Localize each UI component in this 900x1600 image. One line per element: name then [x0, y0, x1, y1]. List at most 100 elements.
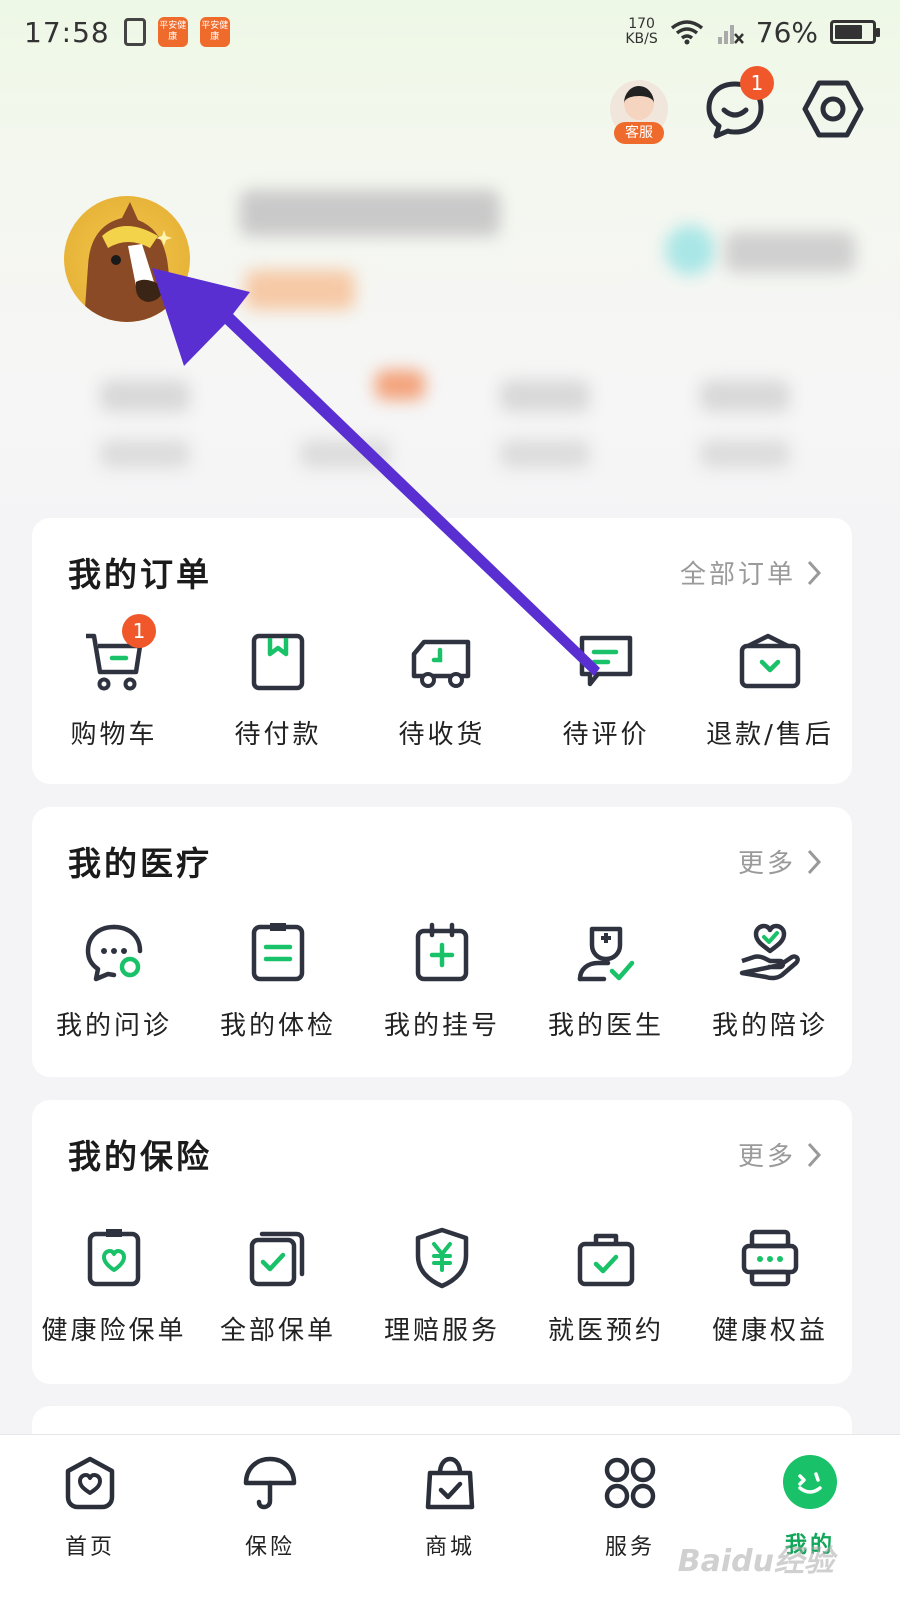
- cart-count-badge: 1: [122, 614, 156, 648]
- insurance-item-benefits[interactable]: 健康权益: [688, 1226, 852, 1347]
- insurance-item-claims[interactable]: 理赔服务: [360, 1226, 524, 1347]
- policy-heart-icon: [82, 1226, 146, 1290]
- medical-more-label: 更多: [737, 849, 796, 879]
- blurred-username: [240, 190, 500, 236]
- medical-item-checkup[interactable]: 我的体检: [196, 921, 360, 1042]
- battery-icon: [830, 20, 880, 44]
- tab-home[interactable]: 首页: [0, 1435, 180, 1600]
- medical-item-label: 我的问诊: [55, 1011, 172, 1041]
- order-item-pending-review[interactable]: 待评价: [524, 630, 688, 751]
- insurance-item-all-policies[interactable]: 全部保单: [196, 1226, 360, 1347]
- chevron-right-icon: [807, 849, 822, 874]
- order-item-refund[interactable]: 退款/售后: [688, 630, 852, 751]
- insurance-more-label: 更多: [737, 1142, 796, 1172]
- watermark: Baidu经验: [677, 1544, 834, 1579]
- blurred-stat: [500, 380, 590, 412]
- medical-more-link[interactable]: 更多: [738, 843, 822, 880]
- wallet-icon: [246, 630, 310, 694]
- blurred-stat: [700, 380, 790, 412]
- insurance-item-label: 就医预约: [547, 1316, 664, 1346]
- home-icon: [65, 1456, 115, 1510]
- battery-percent: 76%: [755, 15, 818, 49]
- status-time: 17:58: [24, 15, 110, 49]
- medical-card: 我的医疗 更多 我的问诊 我的体检 我的挂号 我的医生 我的陪诊: [32, 807, 852, 1077]
- order-item-label: 待评价: [562, 720, 650, 750]
- tab-label: 服务: [604, 1535, 655, 1560]
- insurance-more-link[interactable]: 更多: [738, 1136, 822, 1173]
- customer-service-button[interactable]: 客服: [610, 80, 668, 144]
- insurance-item-health-policy[interactable]: 健康险保单: [32, 1226, 196, 1347]
- vibrate-icon: [123, 18, 146, 46]
- order-item-label: 待收货: [398, 720, 486, 750]
- tab-insurance[interactable]: 保险: [180, 1435, 360, 1600]
- settings-button[interactable]: [802, 78, 864, 140]
- medical-item-consult[interactable]: 我的问诊: [32, 921, 196, 1042]
- status-bar: 17:58 平安健康 平安健康 170 KB/S 76%: [0, 0, 900, 64]
- blurred-stat: [375, 370, 425, 400]
- refund-icon: [738, 630, 802, 694]
- order-item-pending-payment[interactable]: 待付款: [196, 630, 360, 751]
- settings-icon: [802, 80, 864, 138]
- signal-icon: [717, 25, 744, 44]
- medical-item-label: 我的医生: [547, 1011, 664, 1041]
- medical-title: 我的医疗: [68, 844, 212, 883]
- tab-mall[interactable]: 商城: [360, 1435, 540, 1600]
- medical-item-label: 我的挂号: [383, 1011, 500, 1041]
- order-item-label: 待付款: [234, 720, 322, 750]
- insurance-item-label: 全部保单: [219, 1316, 336, 1346]
- shield-yuan-icon: [410, 1226, 474, 1290]
- blurred-badge: [665, 225, 715, 275]
- shopping-bag-icon: [425, 1456, 475, 1510]
- order-item-label: 购物车: [70, 720, 158, 750]
- calendar-plus-icon: [410, 921, 474, 985]
- blurred-stat: [500, 440, 590, 468]
- medical-item-label: 我的体检: [219, 1011, 336, 1041]
- medical-item-label: 我的陪诊: [711, 1011, 828, 1041]
- insurance-item-appointment[interactable]: 就医预约: [524, 1226, 688, 1347]
- hand-heart-icon: [738, 921, 802, 985]
- customer-service-avatar: [624, 86, 654, 120]
- briefcase-check-icon: [574, 1226, 638, 1290]
- chevron-right-icon: [807, 560, 822, 585]
- insurance-item-label: 健康权益: [711, 1316, 828, 1346]
- comment-icon: [574, 630, 638, 694]
- messages-button[interactable]: 1: [704, 66, 774, 140]
- all-orders-link[interactable]: 全部订单: [680, 554, 822, 591]
- order-item-pending-delivery[interactable]: 待收货: [360, 630, 524, 751]
- blurred-info: [725, 232, 855, 272]
- wifi-icon: [670, 20, 703, 45]
- doctor-icon: [574, 921, 638, 985]
- order-item-cart[interactable]: 1 购物车: [32, 614, 196, 751]
- insurance-grid: 健康险保单 全部保单 理赔服务 就医预约 健康权益: [32, 1226, 852, 1347]
- delivery-truck-icon: [410, 630, 474, 694]
- blurred-tag: [245, 270, 355, 310]
- clipboard-icon: [246, 921, 310, 985]
- customer-service-label: 客服: [614, 122, 664, 144]
- chat-consult-icon: [82, 921, 146, 985]
- order-item-label: 退款/售后: [706, 720, 834, 750]
- tab-label: 首页: [64, 1535, 115, 1560]
- network-speed-value: 170: [628, 16, 655, 32]
- insurance-card: 我的保险 更多 健康险保单 全部保单 理赔服务 就医预约 健康权益: [32, 1100, 852, 1384]
- battery-level: [835, 25, 863, 39]
- blurred-stat: [700, 440, 790, 468]
- policies-icon: [246, 1226, 310, 1290]
- app-notification-icon: 平安健康: [157, 17, 188, 47]
- insurance-item-label: 理赔服务: [383, 1316, 500, 1346]
- network-speed: 170 KB/S: [625, 17, 657, 47]
- orders-title: 我的订单: [68, 555, 212, 594]
- tab-label: 保险: [244, 1535, 295, 1560]
- all-orders-label: 全部订单: [679, 560, 796, 590]
- medical-grid: 我的问诊 我的体检 我的挂号 我的医生 我的陪诊: [32, 921, 852, 1042]
- medical-item-registration[interactable]: 我的挂号: [360, 921, 524, 1042]
- insurance-title: 我的保险: [68, 1137, 212, 1176]
- profile-avatar[interactable]: [64, 196, 190, 322]
- horse-avatar-icon: [84, 202, 174, 322]
- umbrella-icon: [243, 1456, 297, 1510]
- medical-item-doctor[interactable]: 我的医生: [524, 921, 688, 1042]
- header-actions: 客服 1: [610, 66, 864, 144]
- orders-grid: 1 购物车 待付款 待收货 待评价 退款/售后: [32, 614, 852, 751]
- medical-item-escort[interactable]: 我的陪诊: [688, 921, 852, 1042]
- blurred-stat: [300, 440, 390, 468]
- chevron-right-icon: [807, 1142, 822, 1167]
